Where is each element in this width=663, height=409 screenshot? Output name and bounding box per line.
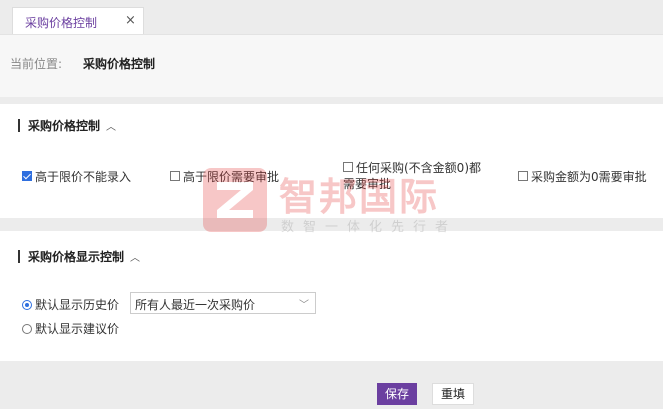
section-title: 采购价格控制 (28, 118, 101, 133)
purchase-price-control-section: 采购价格控制 ︿ 高于限价不能录入 高于限价需要审批 任何采购(不含金额0)都 … (0, 104, 663, 218)
section-bar (18, 249, 20, 263)
chevron-down-icon[interactable]: ﹀ (299, 296, 309, 311)
reset-button[interactable]: 重填 (432, 383, 475, 405)
radio-show-suggested-price[interactable]: 默认显示建议价 (22, 320, 119, 337)
checkbox-approve-any-purchase[interactable]: 任何采购(不含金额0)都 需要审批 (343, 160, 513, 192)
checkbox-icon[interactable] (343, 162, 353, 172)
tab-label: 采购价格控制 (25, 16, 98, 30)
section-bar (18, 118, 20, 132)
section-header: 采购价格控制 ︿ (18, 118, 116, 133)
radio-label: 默认显示历史价 (35, 298, 120, 312)
close-icon[interactable]: × (125, 13, 136, 28)
checkbox-approve-zero-amount[interactable]: 采购金额为0需要审批 (518, 169, 647, 185)
radio-icon[interactable] (22, 323, 32, 334)
breadcrumb-current: 采购价格控制 (83, 57, 156, 71)
checkbox-block-above-limit[interactable]: 高于限价不能录入 (22, 169, 131, 185)
checkbox-label: 任何采购(不含金额0)都 需要审批 (343, 161, 481, 191)
purchase-price-display-section: 采购价格显示控制 ︿ 默认显示历史价 所有人最近一次采购价 ﹀ 默认显示建议价 (0, 231, 663, 361)
chevron-up-icon[interactable]: ︿ (106, 118, 116, 133)
checkbox-icon[interactable] (518, 171, 528, 181)
breadcrumb: 当前位置: 采购价格控制 (0, 34, 663, 97)
breadcrumb-prefix: 当前位置: (10, 57, 63, 71)
checkbox-label: 高于限价不能录入 (35, 170, 132, 184)
checkbox-icon[interactable] (170, 171, 180, 181)
section-header: 采购价格显示控制 ︿ (18, 249, 140, 264)
radio-show-history-price[interactable]: 默认显示历史价 (22, 296, 119, 313)
radio-label: 默认显示建议价 (35, 322, 120, 336)
footer-actions: 保存 重填 (0, 361, 663, 409)
select-value: 所有人最近一次采购价 (135, 298, 256, 312)
tab-bar: 采购价格控制 × (0, 0, 663, 34)
section-title: 采购价格显示控制 (28, 249, 125, 264)
tab-purchase-price-control[interactable]: 采购价格控制 × (12, 7, 144, 34)
chevron-up-icon[interactable]: ︿ (130, 249, 140, 264)
checkbox-checked-icon[interactable] (22, 171, 32, 181)
checkbox-label: 采购金额为0需要审批 (531, 170, 647, 184)
checkbox-label: 高于限价需要审批 (183, 170, 280, 184)
save-button[interactable]: 保存 (377, 383, 418, 405)
radio-checked-icon[interactable] (22, 299, 32, 310)
history-price-select[interactable]: 所有人最近一次采购价 ﹀ (130, 292, 316, 314)
checkbox-approve-above-limit[interactable]: 高于限价需要审批 (170, 169, 279, 185)
